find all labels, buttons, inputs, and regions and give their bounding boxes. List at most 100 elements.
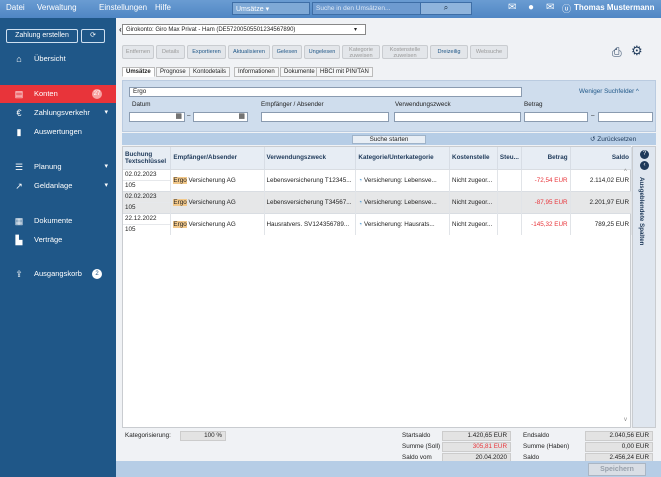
sidebar-item-zahlungsverkehr[interactable]: € Zahlungsverkehr ▾ (0, 104, 116, 122)
save-button[interactable]: Speichern (588, 463, 646, 476)
refresh-button[interactable]: ⟳ (81, 29, 105, 43)
calendar-icon[interactable]: ▦ (175, 113, 182, 121)
sidebar: Zahlung erstellen ⟳ ⌂ Übersicht ▤ Konten 27… (0, 18, 116, 477)
help-icon[interactable]: ? (640, 150, 649, 159)
chevron-down-icon: ▾ (353, 27, 357, 33)
cell-date: 02.02.2023 (123, 190, 172, 202)
count-badge: 2 (92, 269, 102, 279)
cell-amount: -87,95 EUR (521, 190, 571, 213)
col-header-verwendungszweck[interactable]: Verwendungszweck (264, 147, 357, 169)
tab-umsaetze[interactable]: Umsätze (122, 67, 155, 77)
amount-range-dash: – (591, 112, 595, 119)
cell-cost-center: Nicht zugeor... (449, 212, 498, 235)
search-scope-label: Umsätze (236, 6, 264, 13)
mail-icon[interactable]: ✉ (508, 2, 516, 13)
reset-label: Zurücksetzen (597, 136, 637, 143)
end-balance-value: 2.040,56 EUR (585, 431, 653, 441)
date-from-input[interactable]: ▦ (129, 112, 185, 122)
payee-label: Empfänger / Absender (261, 101, 324, 108)
mark-unread-button[interactable]: Ungelesen (304, 45, 340, 59)
menu-verwaltung[interactable]: Verwaltung (37, 3, 77, 12)
col-header-buchung[interactable]: Buchung Textschlüssel (123, 147, 172, 169)
payee-input[interactable] (261, 112, 389, 122)
tab-dokumente[interactable]: Dokumente (280, 67, 319, 77)
col-header-empfaenger[interactable]: Empfänger/Absender (170, 147, 265, 169)
user-icon: ⓤ (562, 4, 572, 14)
menu-datei[interactable]: Datei (6, 3, 25, 12)
col-header-kostenstelle[interactable]: Kostenstelle (449, 147, 498, 169)
settings-gear-icon[interactable]: ⚙ (631, 43, 643, 59)
user-name[interactable]: Thomas Mustermann (574, 3, 654, 12)
menu-einstellungen[interactable]: Einstellungen (99, 3, 147, 12)
tab-kontodetails[interactable]: Kontodetails (189, 67, 231, 77)
notification-icon[interactable]: ● (528, 2, 534, 13)
print-icon[interactable]: ⎙ (612, 45, 622, 60)
search-highlight: Ergo (173, 198, 187, 206)
cell-purpose: Lebensversicherung T34567... (264, 190, 357, 213)
col-header-saldo[interactable]: Saldo (570, 147, 633, 169)
global-search: Umsätze ▾ Suche in den Umsätzen... ⌕ (232, 2, 472, 16)
account-select[interactable]: Girokonto: Giro Max Privat - Ham (DE5720… (122, 24, 366, 35)
sidebar-item-label: Konten (34, 89, 58, 98)
web-search-button[interactable]: Websuche (470, 45, 508, 59)
table-row[interactable]: 02.02.2023 Ergo Versicherung AG Lebensve… (123, 190, 633, 213)
sidebar-item-ausgangskorb[interactable]: ⇪ Ausgangskorb 2 (0, 265, 116, 283)
cell-category: ◔ Versicherung: Lebensve... (355, 168, 451, 191)
tab-informationen[interactable]: Informationen (234, 67, 279, 77)
summary-footer: Kategorisierung: 100 % Startsaldo 1.420,… (122, 430, 656, 463)
cell-purpose: Hausratvers. SV124356789... (264, 212, 357, 235)
sidebar-item-konten[interactable]: ▤ Konten 27 (0, 85, 116, 103)
remove-button[interactable]: Entfernen (122, 45, 154, 59)
amount-label: Betrag (524, 101, 543, 108)
sidebar-item-auswertungen[interactable]: ▮ Auswertungen (0, 123, 116, 141)
amount-to-input[interactable] (598, 112, 653, 122)
sidebar-item-vertraege[interactable]: ▙ Verträge (0, 231, 116, 249)
col-header-steuer[interactable]: Steu... (497, 147, 522, 169)
assign-category-button[interactable]: Kategorie zuweisen (342, 45, 380, 59)
assign-cost-center-button[interactable]: Kostenstelle zuweisen (382, 45, 428, 59)
refresh-data-button[interactable]: Aktualisieren (228, 45, 270, 59)
col-header-kategorie[interactable]: Kategorie/Unterkategorie (355, 147, 451, 169)
menu-hilfe[interactable]: Hilfe (155, 3, 171, 12)
chevron-down-icon: ▾ (104, 163, 108, 170)
mark-read-button[interactable]: Gelesen (272, 45, 302, 59)
cell-tax (497, 190, 522, 213)
search-scope-select[interactable]: Umsätze ▾ (232, 2, 310, 15)
outbox-icon[interactable]: ✉ (546, 2, 554, 13)
sidebar-item-uebersicht[interactable]: ⌂ Übersicht (0, 50, 116, 68)
amount-from-input[interactable] (524, 112, 588, 122)
cell-payee: Ergo Versicherung AG (170, 190, 265, 213)
col-header-label: Buchung (125, 150, 153, 158)
table-row[interactable]: 22.12.2022 Ergo Versicherung AG Hausratv… (123, 212, 633, 235)
table-row[interactable]: 02.02.2023 Ergo Versicherung AG Lebensve… (123, 168, 633, 191)
export-button[interactable]: Exportieren (187, 45, 226, 59)
sidebar-item-planung[interactable]: ☰ Planung ▾ (0, 158, 116, 176)
tab-prognose[interactable]: Prognose (156, 67, 190, 77)
outbox-tray-icon: ⇪ (15, 269, 23, 279)
assign-category-label-2: zuweisen (349, 53, 373, 59)
scroll-up-icon[interactable]: ^ (624, 169, 627, 175)
fewer-fields-link[interactable]: Weniger Suchfelder ^ (579, 88, 639, 95)
start-search-button[interactable]: Suche starten (352, 135, 426, 144)
reset-button[interactable]: ↺ Zurücksetzen (590, 135, 636, 143)
three-line-button[interactable]: Dreizeilig (430, 45, 468, 59)
chevron-left-icon[interactable]: ‹ (640, 161, 649, 170)
details-button[interactable]: Details (156, 45, 185, 59)
col-header-sublabel: Textschlüssel (125, 157, 167, 165)
global-search-button[interactable]: ⌕ (420, 2, 472, 15)
cell-cost-center: Nicht zugeor... (449, 190, 498, 213)
tab-hbci[interactable]: HBCI mit PIN/TAN (316, 67, 373, 77)
calendar-icon[interactable]: ▦ (238, 113, 245, 121)
category-icon: ◔ (358, 220, 363, 228)
create-payment-button[interactable]: Zahlung erstellen (6, 29, 78, 43)
hidden-columns-panel[interactable]: ? ‹ Ausgeblendete Spalten (632, 146, 656, 428)
scroll-down-icon[interactable]: v (624, 417, 627, 423)
sidebar-item-geldanlage[interactable]: ↗ Geldanlage ▾ (0, 177, 116, 195)
text-search-input[interactable]: Ergo (129, 87, 522, 97)
purpose-input[interactable] (394, 112, 521, 122)
cell-key: 105 (123, 179, 172, 191)
sidebar-item-dokumente[interactable]: ▦ Dokumente (0, 212, 116, 230)
col-header-betrag[interactable]: Betrag (521, 147, 571, 169)
sidebar-item-label: Dokumente (34, 216, 73, 225)
date-to-input[interactable]: ▦ (193, 112, 248, 122)
